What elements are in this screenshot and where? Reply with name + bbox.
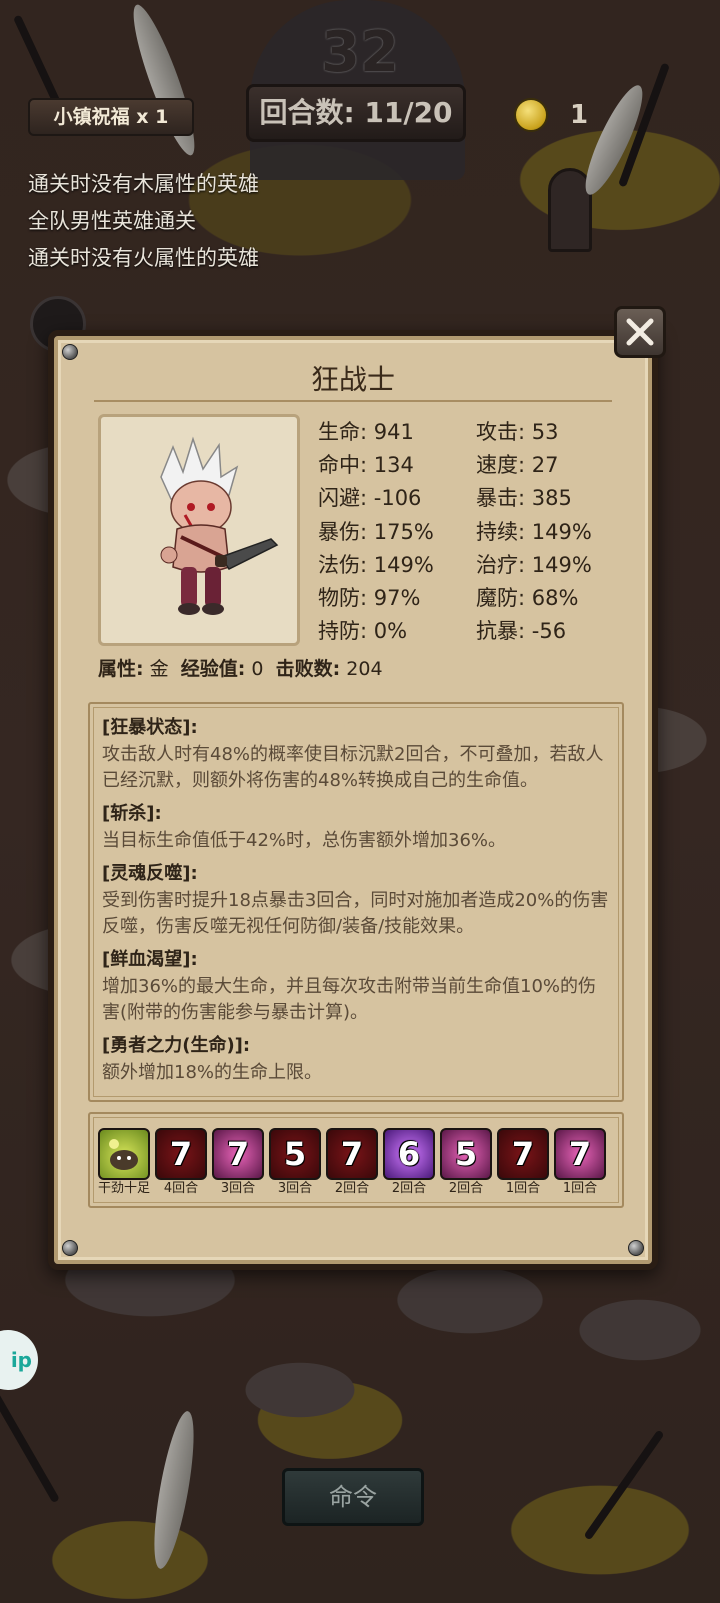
slash-icon: 7	[326, 1128, 378, 1180]
skill-description: 受到伤害时提升18点暴击3回合，同时对施加者造成20%的伤害反噬，伤害反噬无视任…	[102, 890, 609, 937]
attr-value: 金	[149, 658, 169, 680]
stage-conditions: 通关时没有木属性的英雄 全队男性英雄通关 通关时没有火属性的英雄	[28, 166, 259, 277]
stat-row: 生命: 941 攻击: 53	[318, 414, 638, 447]
hero-detail-panel: 狂战士 生命: 941 攻击: 53 命中: 134 速度: 27 闪避: -1…	[48, 330, 658, 1270]
slash-icon: 7	[155, 1128, 207, 1180]
vortex-icon: 6	[383, 1128, 435, 1180]
stat-crit-damage: 暴伤: 175%	[318, 519, 434, 544]
buff-duration-label: 4回合	[163, 1181, 199, 1196]
stat-magic-def: 魔防: 68%	[476, 586, 579, 611]
skill-description: 额外增加18%的生命上限。	[102, 1062, 323, 1083]
attr-label: 属性:	[98, 658, 144, 680]
hero-portrait	[98, 414, 300, 646]
title-divider	[94, 400, 612, 402]
coin-count: 1	[570, 100, 589, 130]
claw-icon: 7	[554, 1128, 606, 1180]
countdown-number: 32	[321, 20, 399, 85]
skill-name: [斩杀]:	[102, 803, 162, 824]
exp-label: 经验值:	[180, 658, 246, 680]
buff-stack-count: 7	[568, 1135, 592, 1173]
command-button[interactable]: 命令	[282, 1468, 424, 1526]
stat-phys-def: 物防: 97%	[318, 586, 421, 611]
condition-item: 全队男性英雄通关	[28, 209, 196, 233]
coin-icon	[514, 98, 548, 132]
buff-list: 干劲十足 7 4回合 7 3回合 5 3回合 7 2回合 6 2回合 5 2回合 7 1回合 7 1回合	[98, 1128, 606, 1198]
buff-duration-label: 1回合	[562, 1181, 598, 1196]
exp-value: 0	[251, 658, 264, 680]
skill-description: 攻击敌人时有48%的概率使目标沉默2回合，不可叠加，若敌人已经沉默，则额外将伤害…	[102, 744, 604, 791]
buff-stack-count: 7	[340, 1135, 364, 1173]
buff-stack-count: 5	[454, 1135, 478, 1173]
buff-stack-count: 7	[226, 1135, 250, 1173]
buff-duration-label: 2回合	[448, 1181, 484, 1196]
buff-item[interactable]: 5 2回合	[440, 1128, 492, 1198]
stat-heal: 治疗: 149%	[476, 552, 592, 577]
buff-item[interactable]: 7 2回合	[326, 1128, 378, 1198]
skills-list: [狂暴状态]: 攻击敌人时有48%的概率使目标沉默2回合，不可叠加，若敌人已经沉…	[88, 702, 624, 1102]
town-blessing-badge[interactable]: 小镇祝福 x 1	[28, 98, 194, 136]
stat-row: 命中: 134 速度: 27	[318, 447, 638, 480]
buff-item[interactable]: 5 3回合	[269, 1128, 321, 1198]
skill-description: 当目标生命值低于42%时，总伤害额外增加36%。	[102, 830, 507, 851]
berserker-sprite-icon	[160, 436, 279, 615]
slash-icon: 5	[269, 1128, 321, 1180]
skill-name: [灵魂反噬]:	[102, 863, 198, 884]
rivet-decoration	[62, 1240, 78, 1256]
stat-dot-def: 持防: 0%	[318, 619, 408, 644]
condition-item: 通关时没有木属性的英雄	[28, 172, 259, 196]
skill-description: 增加36%的最大生命，并且每次攻击附带当前生命值10%的伤害(附带的伤害能参与暴…	[102, 976, 597, 1023]
rivet-decoration	[628, 1240, 644, 1256]
stats-grid: 生命: 941 攻击: 53 命中: 134 速度: 27 闪避: -106 暴击: …	[318, 414, 638, 647]
slash-icon: 7	[497, 1128, 549, 1180]
stat-magic-damage: 法伤: 149%	[318, 552, 434, 577]
stat-crit-resist: 抗暴: -56	[476, 619, 567, 644]
hero-attributes: 属性: 金 经验值: 0 击败数: 204	[98, 654, 383, 681]
buff-item[interactable]: 7 1回合	[497, 1128, 549, 1198]
stat-row: 法伤: 149% 治疗: 149%	[318, 547, 638, 580]
buff-duration-label: 干劲十足	[98, 1181, 151, 1196]
stat-row: 物防: 97% 魔防: 68%	[318, 580, 638, 613]
stat-hp: 生命: 941	[318, 419, 414, 444]
stat-row: 持防: 0% 抗暴: -56	[318, 614, 638, 647]
buff-duration-label: 1回合	[505, 1181, 541, 1196]
claw-icon: 7	[212, 1128, 264, 1180]
buff-stack-count: 5	[283, 1135, 307, 1173]
buff-stack-count: 7	[511, 1135, 535, 1173]
stat-attack: 攻击: 53	[476, 419, 559, 444]
hero-name: 狂战士	[310, 363, 395, 396]
stat-duration: 持续: 149%	[476, 519, 592, 544]
kills-value: 204	[346, 658, 383, 680]
buff-stack-count: 7	[169, 1135, 193, 1173]
stat-speed: 速度: 27	[476, 452, 559, 477]
buff-duration-label: 2回合	[391, 1181, 427, 1196]
crossed-swords-icon	[626, 318, 654, 346]
stat-hit: 命中: 134	[318, 452, 414, 477]
buff-item[interactable]: 6 2回合	[383, 1128, 435, 1198]
kills-label: 击败数:	[275, 658, 341, 680]
buff-stack-count: 6	[397, 1135, 421, 1173]
skill-name: [狂暴状态]:	[102, 717, 198, 738]
buff-item[interactable]: 7 4回合	[155, 1128, 207, 1198]
skill-name: [鲜血渴望]:	[102, 949, 198, 970]
buff-duration-label: 2回合	[334, 1181, 370, 1196]
stat-row: 闪避: -106 暴击: 385	[318, 481, 638, 514]
stat-dodge: 闪避: -106	[318, 486, 422, 511]
claw-icon: 5	[440, 1128, 492, 1180]
buff-item[interactable]: 干劲十足	[98, 1128, 150, 1198]
buff-bar: 干劲十足 7 4回合 7 3回合 5 3回合 7 2回合 6 2回合 5 2回合 7 1回合 7 1回合	[88, 1112, 624, 1208]
buff-item[interactable]: 7 1回合	[554, 1128, 606, 1198]
condition-item: 通关时没有火属性的英雄	[28, 246, 259, 270]
buff-duration-label: 3回合	[220, 1181, 256, 1196]
buff-item[interactable]: 7 3回合	[212, 1128, 264, 1198]
round-counter: 回合数: 11/20	[246, 84, 466, 142]
stat-row: 暴伤: 175% 持续: 149%	[318, 514, 638, 547]
close-button[interactable]	[614, 306, 666, 358]
buff-duration-label: 3回合	[277, 1181, 313, 1196]
blob-face-icon	[98, 1128, 150, 1180]
skill-name: [勇者之力(生命)]:	[102, 1035, 251, 1056]
stat-crit: 暴击: 385	[476, 486, 572, 511]
